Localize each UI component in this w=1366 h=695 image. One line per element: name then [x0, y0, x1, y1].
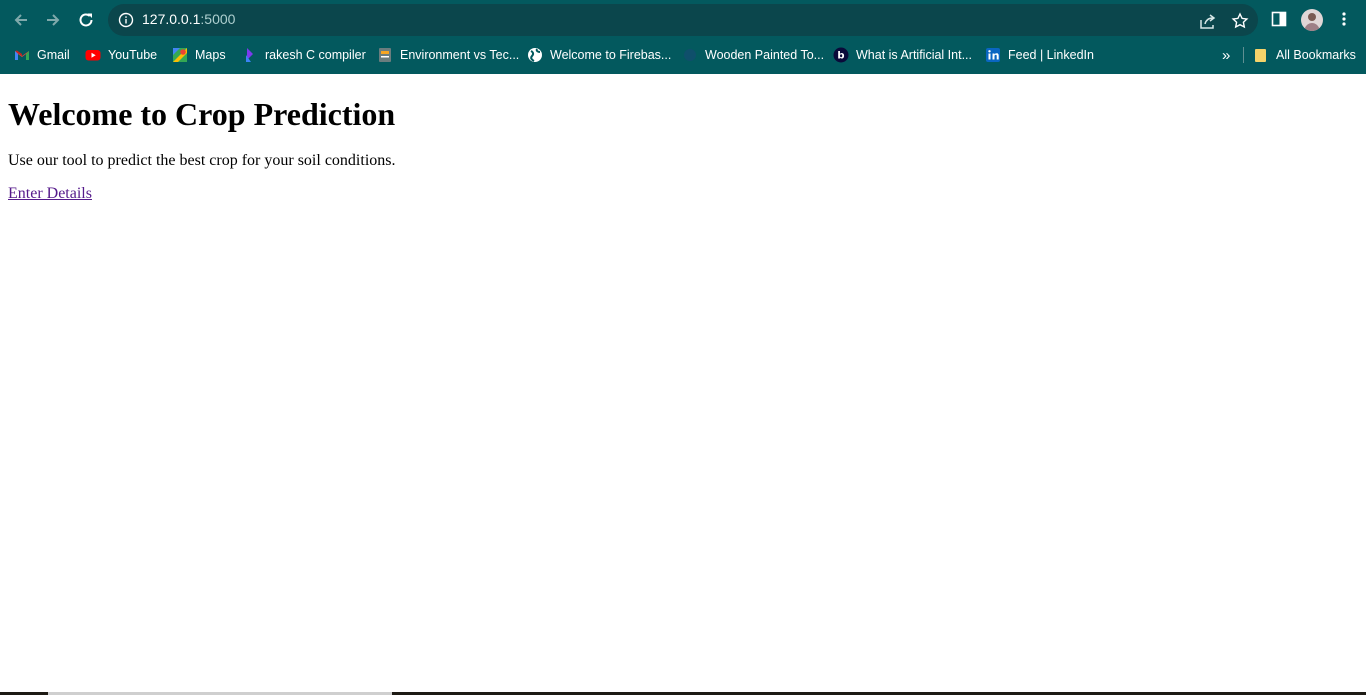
url-port: :5000	[200, 11, 236, 27]
bookmark-environment[interactable]: Environment vs Tec...	[377, 44, 519, 66]
bookmark-youtube[interactable]: YouTube	[85, 44, 157, 66]
site-icon	[684, 49, 696, 61]
page-description: Use our tool to predict the best crop fo…	[8, 152, 396, 169]
maps-icon	[173, 48, 187, 62]
reload-icon	[79, 13, 93, 27]
youtube-icon	[85, 50, 101, 61]
reload-button[interactable]	[74, 8, 98, 32]
side-panel-icon	[1271, 11, 1287, 27]
bookmark-wooden[interactable]: Wooden Painted To...	[682, 44, 824, 66]
linkedin-icon	[986, 48, 1000, 62]
info-icon[interactable]	[118, 12, 134, 28]
bookmark-maps[interactable]: Maps	[172, 44, 226, 66]
bookmark-label: Feed | LinkedIn	[1008, 48, 1094, 62]
bookmarks-overflow-button[interactable]: »	[1222, 44, 1230, 66]
bookmark-label: Environment vs Tec...	[400, 48, 520, 62]
globe-icon	[528, 48, 542, 62]
person-icon	[1304, 13, 1320, 31]
side-panel-button[interactable]	[1269, 9, 1289, 29]
bookmark-compiler[interactable]: rakesh C compiler	[242, 44, 366, 66]
page-title: Welcome to Crop Prediction	[8, 96, 396, 132]
bookmark-label: Wooden Painted To...	[705, 48, 825, 62]
arrow-left-icon	[14, 14, 27, 26]
bookmark-star-icon[interactable]	[1231, 12, 1249, 30]
bookmark-label: What is Artificial Int...	[856, 48, 973, 62]
all-bookmarks-button[interactable]: All Bookmarks	[1253, 44, 1356, 66]
enter-details-link[interactable]: Enter Details	[8, 185, 92, 203]
bookmark-firebase[interactable]: Welcome to Firebas...	[527, 44, 671, 66]
folder-icon	[1255, 49, 1266, 62]
profile-avatar[interactable]	[1301, 9, 1323, 31]
bookmark-label: rakesh C compiler	[265, 48, 366, 62]
bookmark-label: Welcome to Firebas...	[550, 48, 672, 62]
arrow-right-icon	[47, 14, 60, 26]
more-vert-icon	[1342, 12, 1346, 26]
back-button[interactable]	[9, 8, 33, 32]
gmail-icon	[15, 50, 29, 60]
share-icon[interactable]	[1199, 12, 1217, 30]
browser-chrome: 127.0.0.1:5000 Gmail YouTube Maps rakesh…	[0, 0, 1366, 74]
menu-button[interactable]	[1334, 9, 1354, 29]
bookmark-label: YouTube	[108, 48, 158, 62]
bookmark-gmail[interactable]: Gmail	[14, 44, 70, 66]
compiler-icon	[246, 48, 253, 62]
forward-button[interactable]	[41, 8, 65, 32]
bookmark-linkedin[interactable]: Feed | LinkedIn	[985, 44, 1094, 66]
bookmark-label: Maps	[195, 48, 226, 62]
all-bookmarks-label: All Bookmarks	[1276, 48, 1356, 62]
bookmarks-bar: Gmail YouTube Maps rakesh C compiler Env…	[0, 44, 1366, 66]
b-icon: b	[833, 47, 849, 63]
bookmarks-divider	[1243, 47, 1244, 63]
address-bar[interactable]: 127.0.0.1:5000	[108, 4, 1258, 36]
chevron-double-right-icon: »	[1222, 46, 1231, 64]
page-content: Welcome to Crop Prediction Use our tool …	[8, 74, 1358, 203]
url-host: 127.0.0.1	[142, 11, 201, 27]
svg-text:b: b	[837, 51, 844, 62]
doc-icon	[379, 48, 391, 62]
bookmark-label: Gmail	[37, 48, 70, 62]
url-text[interactable]: 127.0.0.1:5000	[142, 11, 235, 27]
browser-toolbar: 127.0.0.1:5000	[0, 0, 1366, 40]
bookmark-ai[interactable]: b What is Artificial Int...	[833, 44, 972, 66]
